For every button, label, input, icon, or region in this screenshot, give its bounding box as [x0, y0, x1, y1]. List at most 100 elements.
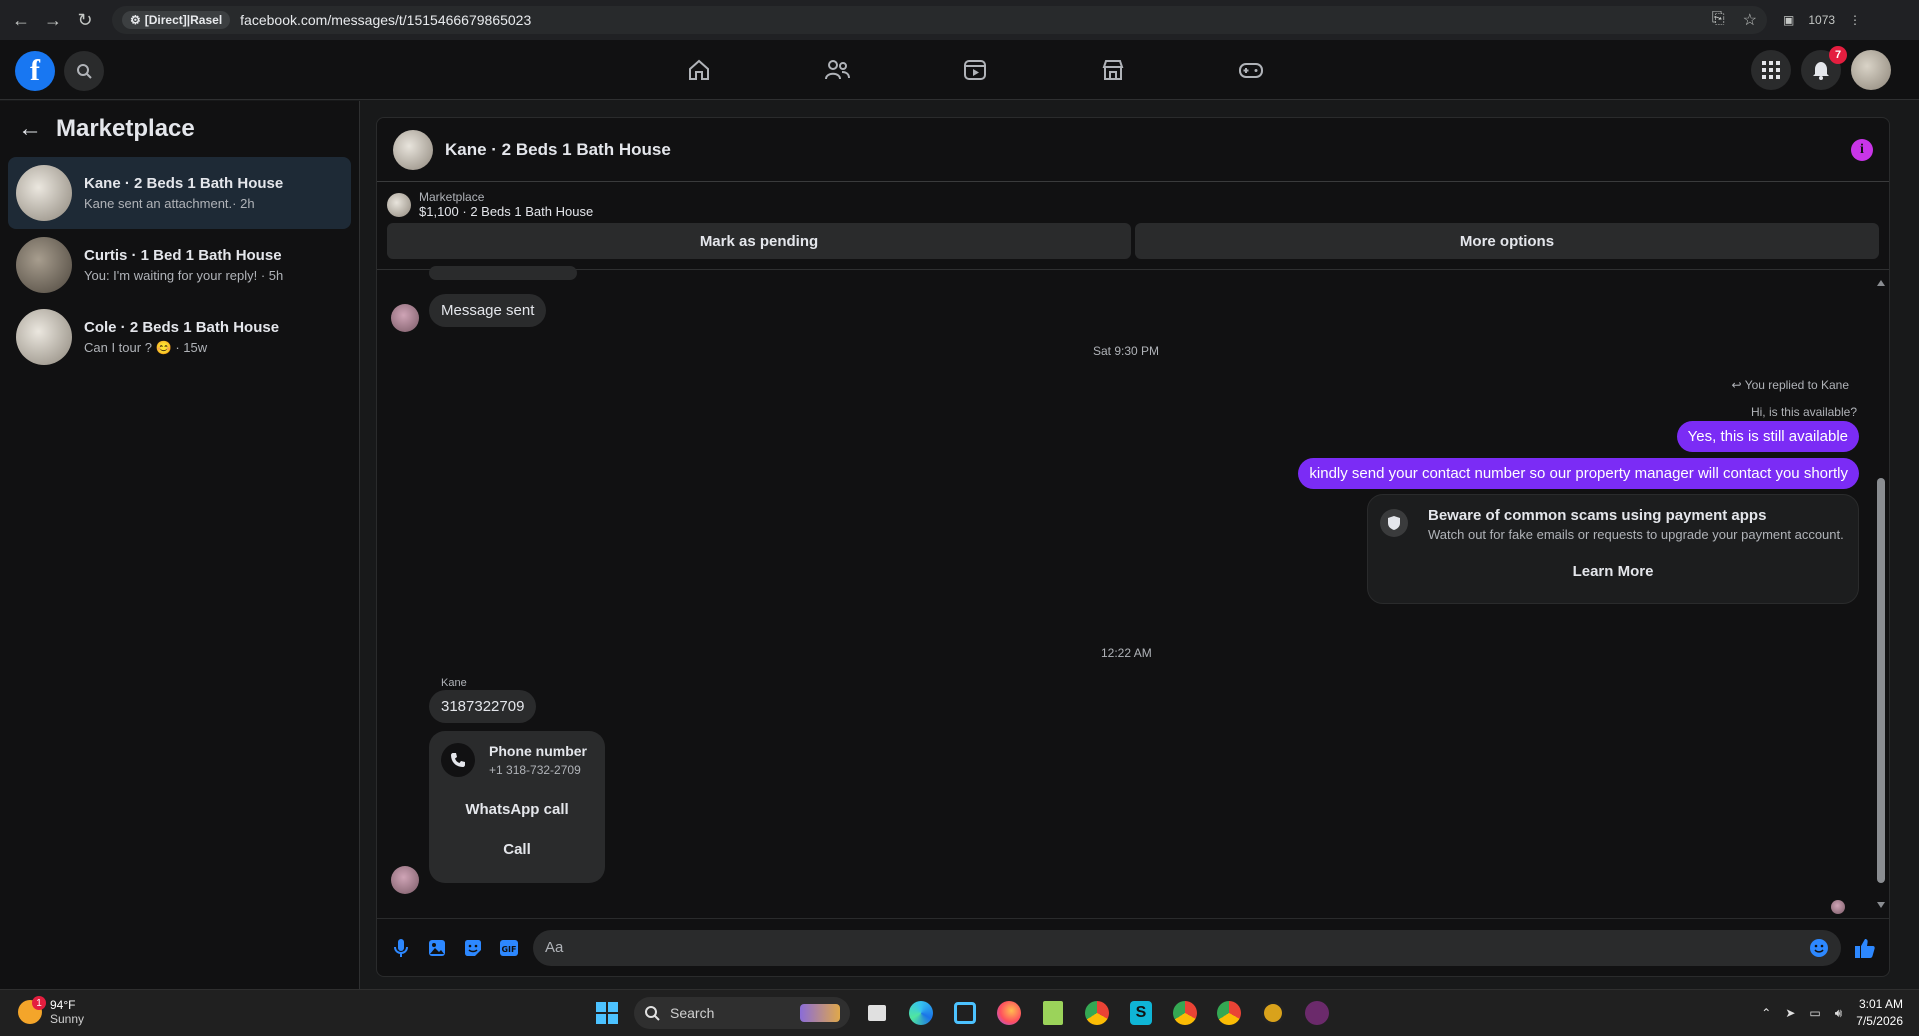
- site-info-badge[interactable]: ⚙ [Direct]|Rasel: [122, 11, 231, 29]
- weather-description: Sunny: [50, 1012, 85, 1026]
- volume-icon[interactable]: 🔊︎: [1835, 1006, 1843, 1021]
- tab-search-icon[interactable]: ▣: [1783, 13, 1794, 27]
- message-timestamp: Sat 9:30 PM: [1093, 344, 1160, 358]
- task-view-icon[interactable]: [860, 996, 894, 1030]
- browser-menu-icon[interactable]: ⋮: [1849, 13, 1861, 27]
- call-button[interactable]: Call: [429, 841, 605, 858]
- chat-panel: Kane · 2 Beds 1 Bath House i Marketplace…: [376, 117, 1890, 977]
- firefox-icon[interactable]: [992, 996, 1026, 1030]
- back-arrow-icon[interactable]: ←: [18, 115, 42, 143]
- chrome-alt-icon[interactable]: [1212, 996, 1246, 1030]
- conversation-title: Cole · 2 Beds 1 Bath House: [84, 318, 280, 336]
- browser-toolbar: ← → ↻ ⚙ [Direct]|Rasel facebook.com/messa…: [0, 0, 1919, 40]
- edge-browser-icon[interactable]: [904, 996, 938, 1030]
- gaming-icon[interactable]: [1182, 40, 1320, 100]
- clock-time: 3:01 AM: [1858, 997, 1903, 1011]
- message-input[interactable]: Aa: [533, 929, 1841, 966]
- read-receipt-avatar: [1831, 900, 1845, 914]
- phone-card-number: +1 318-732-2709: [489, 763, 581, 777]
- notification-count-badge: 7: [1829, 46, 1847, 64]
- taskbar-search[interactable]: Search: [634, 997, 850, 1029]
- chrome-icon[interactable]: [1080, 996, 1114, 1030]
- snipping-tool-icon[interactable]: [948, 996, 982, 1030]
- conversation-item[interactable]: Cole · 2 Beds 1 Bath House Can I tour ? …: [8, 301, 351, 373]
- search-icon[interactable]: [64, 51, 104, 91]
- profile-avatar[interactable]: [1851, 50, 1891, 90]
- sticker-icon[interactable]: [461, 936, 485, 960]
- bookmark-star-icon[interactable]: ☆: [1743, 10, 1757, 30]
- conversation-title: Curtis · 1 Bed 1 Bath House: [84, 247, 282, 264]
- back-arrow-icon[interactable]: ←: [8, 7, 34, 33]
- forward-arrow-icon[interactable]: →: [40, 7, 66, 33]
- more-options-button[interactable]: More options: [1135, 223, 1879, 259]
- site-settings-icon: ⚙: [130, 13, 141, 27]
- phone-card-title: Phone number: [489, 743, 588, 759]
- facebook-header: f 7: [0, 40, 1919, 100]
- listing-actions: Mark as pending More options: [377, 223, 1889, 270]
- scroll-down-icon[interactable]: [1877, 902, 1885, 908]
- conversation-title: Kane · 2 Beds 1 Bath House: [84, 175, 284, 192]
- conversation-item[interactable]: Curtis · 1 Bed 1 Bath House You: I'm wai…: [8, 229, 351, 301]
- message-timestamp: 12:22 AM: [1101, 646, 1152, 660]
- friends-icon[interactable]: [768, 40, 906, 100]
- marketplace-sidebar: ← Marketplace Kane · 2 Beds 1 Bath House…: [0, 101, 360, 989]
- app-s-icon[interactable]: S: [1124, 996, 1158, 1030]
- chrome-profile-icon[interactable]: [1168, 996, 1202, 1030]
- chat-avatar[interactable]: [393, 129, 433, 170]
- emoji-icon[interactable]: [1809, 938, 1829, 958]
- weather-widget[interactable]: 1 94°F Sunny: [18, 996, 85, 1026]
- learn-more-button[interactable]: Learn More: [1368, 563, 1858, 580]
- conversation-preview: Can I tour ? 😊 · 15w: [84, 339, 208, 355]
- message-bubble-sent: Yes, this is still available: [1676, 421, 1859, 452]
- message-scrollbar[interactable]: [1875, 278, 1887, 910]
- conversation-item[interactable]: Kane · 2 Beds 1 Bath House Kane sent an …: [8, 157, 351, 229]
- address-bar[interactable]: ⚙ [Direct]|Rasel facebook.com/messages/t/…: [112, 6, 1767, 34]
- message-bubble: Message sent: [429, 294, 547, 327]
- listing-summary[interactable]: Marketplace $1,100 · 2 Beds 1 Bath House: [377, 182, 1889, 223]
- windows-start-icon[interactable]: [590, 996, 624, 1030]
- photo-icon[interactable]: [425, 936, 449, 960]
- menu-grid-icon[interactable]: [1751, 50, 1791, 90]
- microphone-icon[interactable]: [389, 936, 413, 960]
- message-bubble-sent: kindly send your contact number so our p…: [1298, 458, 1859, 489]
- video-icon[interactable]: [906, 40, 1044, 100]
- extension-counter[interactable]: 1073: [1808, 13, 1835, 27]
- scroll-thumb[interactable]: [1877, 478, 1885, 883]
- whatsapp-call-button[interactable]: WhatsApp call: [429, 801, 605, 818]
- tray-overflow-icon[interactable]: ⌃: [1761, 1006, 1771, 1020]
- home-icon[interactable]: [630, 40, 768, 100]
- quoted-message: Hi, is this available?: [1750, 405, 1857, 419]
- weather-temperature: 94°F: [50, 998, 76, 1012]
- sender-name: Kane: [441, 677, 467, 689]
- taskbar-clock[interactable]: 3:01 AM 7/5/2026: [1856, 996, 1903, 1030]
- info-icon[interactable]: i: [1851, 138, 1873, 161]
- thumbs-up-icon[interactable]: [1853, 936, 1877, 960]
- mark-pending-button[interactable]: Mark as pending: [387, 223, 1131, 259]
- taskbar-apps: Search S: [590, 996, 1334, 1030]
- location-icon[interactable]: ➤: [1785, 1006, 1795, 1020]
- windows-taskbar: 1 94°F Sunny Search S ⌃ ➤ ▭ 🔊︎ 3:01 AM 7…: [0, 989, 1919, 1036]
- sender-avatar: [391, 866, 419, 894]
- app-counter-icon[interactable]: [1300, 996, 1334, 1030]
- weather-sun-icon: 1: [18, 996, 46, 1024]
- bell-icon: [1813, 62, 1829, 80]
- clock-date: 7/5/2026: [1856, 1014, 1903, 1028]
- app-x-icon[interactable]: [1256, 996, 1290, 1030]
- scam-warning-body: Watch out for fake emails or requests to…: [1428, 527, 1844, 542]
- replied-to-label: ↩ You replied to Kane: [1731, 378, 1849, 392]
- chat-title[interactable]: Kane · 2 Beds 1 Bath House: [445, 140, 671, 160]
- reload-icon[interactable]: ↻: [72, 7, 98, 33]
- facebook-logo-icon[interactable]: f: [15, 51, 55, 91]
- marketplace-icon[interactable]: [1044, 40, 1182, 100]
- chat-header: Kane · 2 Beds 1 Bath House i: [377, 118, 1889, 182]
- gif-icon[interactable]: GIF: [497, 936, 521, 960]
- url-text[interactable]: facebook.com/messages/t/1515466679865023: [240, 12, 531, 28]
- scroll-up-icon[interactable]: [1877, 280, 1885, 286]
- taskbar-search-label: Search: [670, 1005, 715, 1021]
- spreadsheet-app-icon[interactable]: [1036, 996, 1070, 1030]
- reply-arrow-icon: ↩: [1731, 378, 1745, 392]
- system-tray: ⌃ ➤ ▭ 🔊︎ 3:01 AM 7/5/2026: [1761, 996, 1903, 1030]
- network-icon[interactable]: ▭: [1809, 1006, 1820, 1020]
- install-app-icon[interactable]: ⎘: [1712, 10, 1725, 30]
- notifications-button[interactable]: 7: [1801, 46, 1847, 90]
